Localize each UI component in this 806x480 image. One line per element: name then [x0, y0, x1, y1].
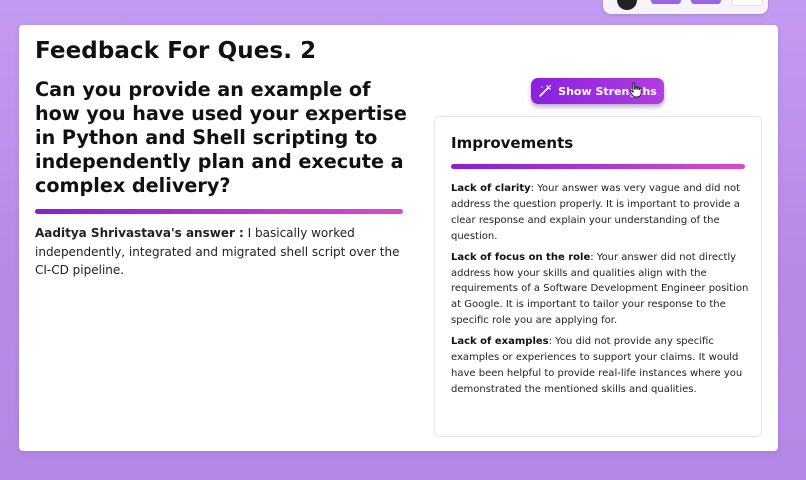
show-strengths-button[interactable]: Show Strengths: [531, 78, 664, 104]
toolbar-button-2[interactable]: [691, 0, 721, 4]
list-item: Lack of examples: You did not provide an…: [451, 334, 749, 398]
item-label: Lack of examples: [451, 336, 549, 348]
question-divider: [35, 209, 403, 214]
list-item: Lack of focus on the role: Your answer d…: [451, 250, 749, 330]
top-toolbar: [603, 0, 768, 14]
toolbar-button-1[interactable]: [651, 0, 681, 4]
answer-author: Aaditya Shrivastava's answer :: [35, 226, 244, 240]
improvements-divider: [451, 164, 745, 169]
avatar[interactable]: [617, 0, 637, 10]
wand-icon: [538, 84, 552, 98]
toolbar-button-3[interactable]: [731, 0, 763, 6]
improvements-title: Improvements: [451, 134, 574, 152]
improvements-panel: Improvements Lack of clarity: Your answe…: [434, 116, 762, 437]
answer-block: Aaditya Shrivastava's answer : I basical…: [35, 224, 405, 280]
item-label: Lack of clarity: [451, 183, 531, 194]
feedback-card: Feedback For Ques. 2 Can you provide an …: [19, 25, 778, 451]
improvements-list: Lack of clarity: Your answer was very va…: [451, 181, 749, 403]
page-title: Feedback For Ques. 2: [35, 38, 317, 64]
item-label: Lack of focus on the role: [451, 251, 591, 263]
hand-cursor-icon: [629, 82, 643, 102]
question-text: Can you provide an example of how you ha…: [35, 78, 407, 197]
list-item: Lack of clarity: Your answer was very va…: [451, 181, 749, 245]
